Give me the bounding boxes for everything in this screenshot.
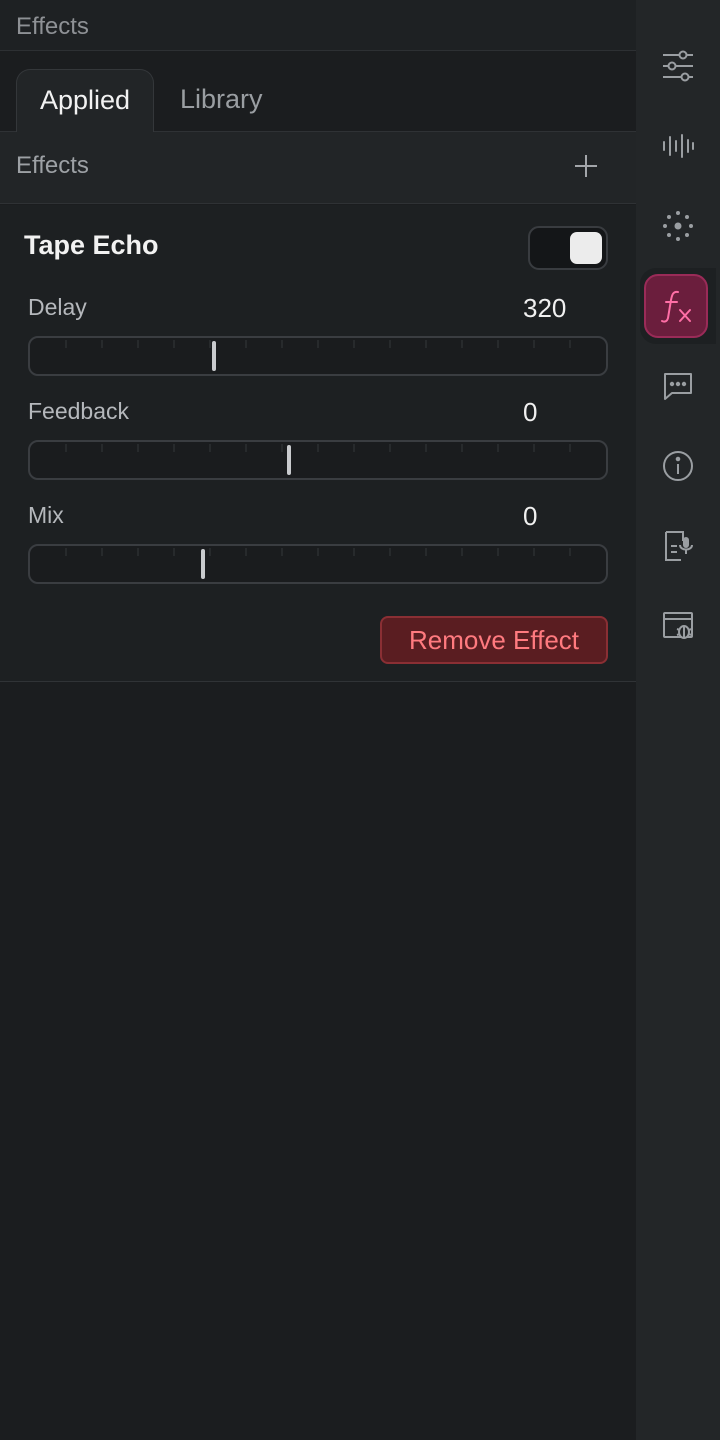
rail-chat-button[interactable] xyxy=(636,351,720,421)
rail-debug-button[interactable] xyxy=(636,591,720,661)
slider-thumb[interactable] xyxy=(212,341,216,371)
rail-info-button[interactable] xyxy=(636,431,720,501)
waveform-icon xyxy=(663,134,694,158)
sparkle-icon xyxy=(663,211,693,241)
panel-title: Effects xyxy=(16,13,89,40)
delay-slider[interactable] xyxy=(28,336,608,376)
param-value-delay: 320 xyxy=(523,293,567,323)
section-title: Effects xyxy=(16,152,89,179)
app-root: Effects Applied Library Effects Tape Ech… xyxy=(0,0,720,1440)
rail-effects-button[interactable] xyxy=(644,274,708,338)
rail-sliders-button[interactable] xyxy=(636,31,720,101)
effect-enable-toggle[interactable] xyxy=(528,226,608,270)
panel-title-bar: Effects xyxy=(0,0,636,51)
tab-bar: Applied Library xyxy=(0,52,636,133)
slider-ticks xyxy=(65,340,571,348)
slider-thumb[interactable] xyxy=(201,549,205,579)
tab-library[interactable]: Library xyxy=(180,69,263,133)
chat-icon xyxy=(664,373,692,400)
param-label-mix: Mix xyxy=(28,502,64,528)
rail-sparkle-button[interactable] xyxy=(636,191,720,261)
rail-transcript-button[interactable] xyxy=(636,511,720,581)
add-effect-button[interactable] xyxy=(568,148,604,184)
toggle-knob xyxy=(570,232,602,264)
slider-ticks xyxy=(65,444,571,452)
param-value-feedback: 0 xyxy=(523,397,538,427)
side-rail xyxy=(636,0,720,1440)
param-label-delay: Delay xyxy=(28,294,87,320)
rail-waveform-button[interactable] xyxy=(636,111,720,181)
param-label-feedback: Feedback xyxy=(28,398,130,424)
effect-name: Tape Echo xyxy=(24,230,159,260)
plus-icon xyxy=(575,155,597,177)
feedback-slider[interactable] xyxy=(28,440,608,480)
sliders-icon xyxy=(663,50,693,82)
effects-panel: Effects Applied Library Effects Tape Ech… xyxy=(0,0,636,1440)
effects-section-header: Effects xyxy=(0,132,636,204)
info-icon xyxy=(663,451,693,481)
slider-ticks xyxy=(65,548,571,556)
effect-card: Tape Echo Delay 320 Feedback 0 Mix 0 Rem… xyxy=(0,205,636,682)
remove-effect-button[interactable]: Remove Effect xyxy=(380,616,608,664)
slider-thumb[interactable] xyxy=(287,445,291,475)
fx-icon xyxy=(661,290,691,323)
mix-slider[interactable] xyxy=(28,544,608,584)
param-value-mix: 0 xyxy=(523,501,538,531)
tab-applied[interactable]: Applied xyxy=(16,69,154,133)
debug-icon xyxy=(663,612,693,639)
transcript-icon xyxy=(665,531,693,561)
